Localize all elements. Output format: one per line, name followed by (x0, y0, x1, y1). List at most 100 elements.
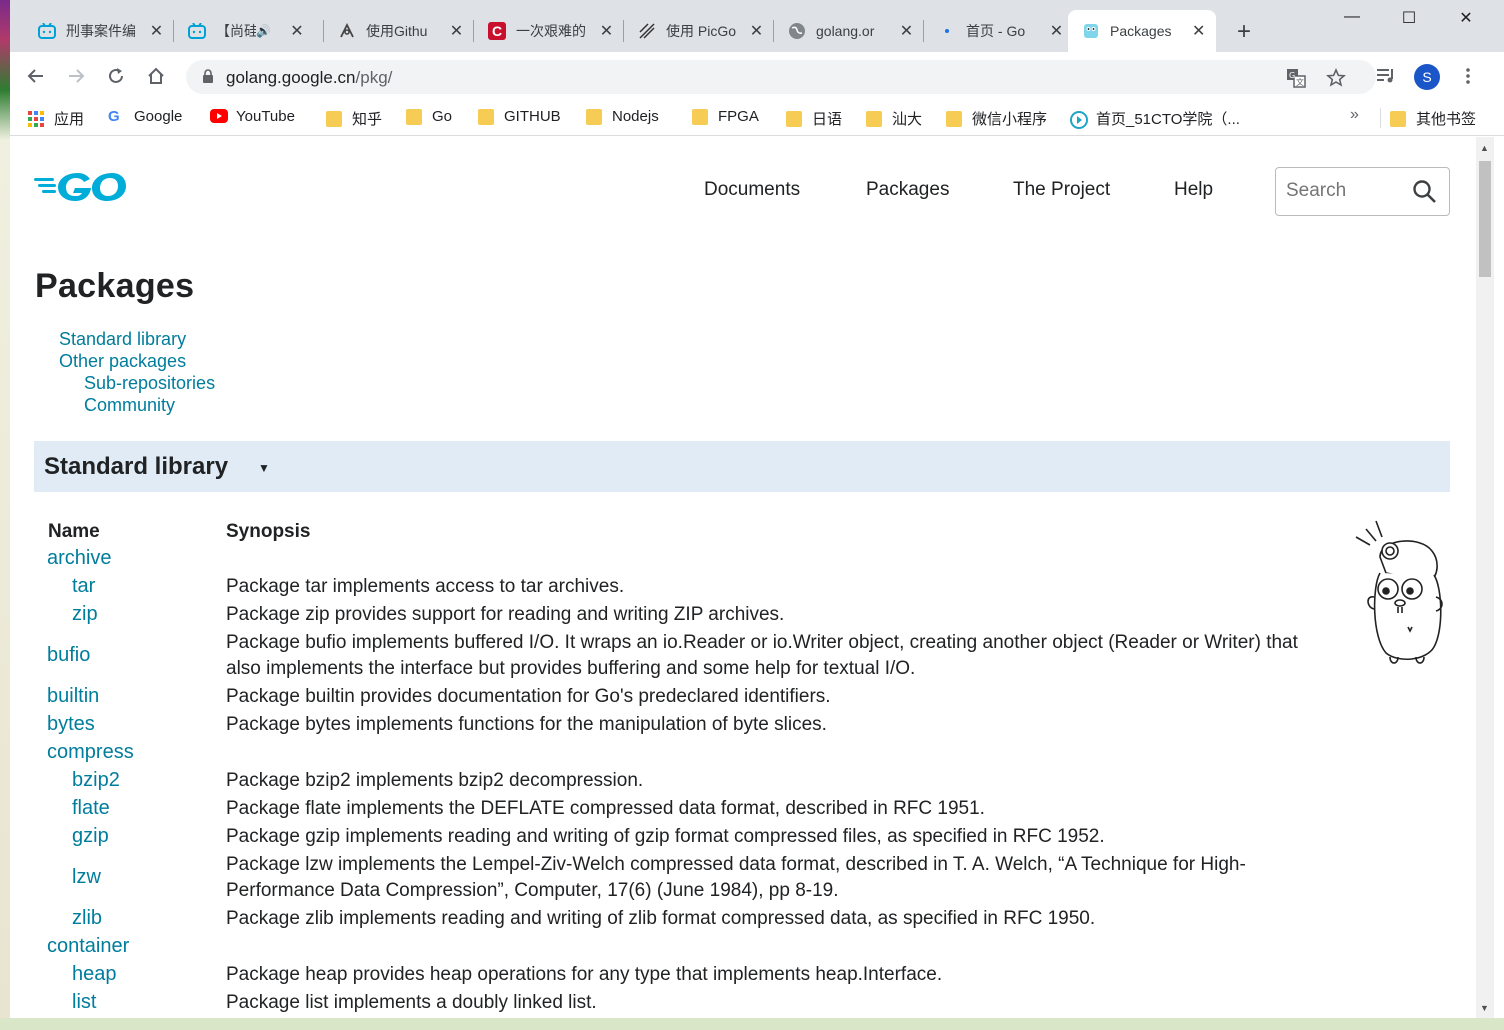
nav-packages[interactable]: Packages (866, 179, 949, 201)
star-icon[interactable] (1324, 66, 1348, 90)
reload-button[interactable] (102, 62, 130, 90)
youtube-icon (210, 108, 228, 125)
close-icon[interactable]: ✕ (149, 21, 164, 41)
bookmark-folder-zhihu[interactable]: 知乎 (326, 108, 382, 129)
bookmarks-overflow-button[interactable]: » (1350, 106, 1359, 124)
bookmark-apps[interactable]: 应用 (28, 108, 84, 129)
maximize-button[interactable]: ☐ (1394, 8, 1424, 28)
bookmark-folder-nodejs[interactable]: Nodejs (586, 108, 659, 125)
csdn-icon: C (488, 22, 506, 40)
close-icon[interactable]: ✕ (1049, 21, 1064, 41)
scrollbar-thumb[interactable] (1479, 161, 1491, 277)
bookmark-folder-wechat[interactable]: 微信小程序 (946, 108, 1047, 129)
tab-packages-active[interactable]: Packages ✕ (1068, 10, 1216, 52)
bookmark-other[interactable]: 其他书签 (1390, 108, 1476, 129)
bookmarks-bar: 应用 G Google YouTube 知乎 Go GITHUB Nodejs … (10, 100, 1504, 136)
svg-text:文: 文 (1296, 77, 1304, 87)
lock-icon (203, 69, 213, 83)
package-link-bufio[interactable]: bufio (47, 644, 90, 667)
folder-icon (478, 108, 494, 125)
bookmark-google[interactable]: G Google (108, 108, 182, 125)
toc-sub-repositories[interactable]: Sub-repositories (84, 373, 215, 394)
page-viewport: Documents Packages The Project Help Pack… (10, 137, 1476, 1018)
search-box (1275, 167, 1450, 216)
package-link-bzip2[interactable]: bzip2 (72, 769, 120, 792)
tab-6[interactable]: golang.or ✕ (774, 10, 924, 52)
nav-help[interactable]: Help (1174, 179, 1213, 201)
tab-title: Packages (1110, 23, 1172, 39)
gopher-icon (1082, 22, 1100, 40)
package-link-tar[interactable]: tar (72, 575, 95, 598)
search-input[interactable] (1286, 180, 1406, 202)
package-synopsis: Package bytes implements functions for t… (226, 714, 827, 735)
package-link-archive[interactable]: archive (47, 547, 111, 570)
package-link-compress[interactable]: compress (47, 741, 134, 764)
package-link-gzip[interactable]: gzip (72, 825, 109, 848)
new-tab-button[interactable]: + (1232, 18, 1256, 46)
tab-title: 首页 - Go (966, 23, 1026, 39)
bookmark-folder-stu[interactable]: 汕大 (866, 108, 922, 129)
close-icon[interactable]: ✕ (449, 21, 464, 41)
media-control-button[interactable] (1372, 62, 1400, 90)
toc-standard-library[interactable]: Standard library (59, 329, 186, 350)
package-link-heap[interactable]: heap (72, 963, 117, 986)
search-icon[interactable] (1412, 179, 1438, 205)
close-icon[interactable]: ✕ (1191, 21, 1206, 41)
taskbar-edge (0, 1018, 1504, 1030)
close-icon[interactable]: ✕ (899, 21, 914, 41)
tab-3[interactable]: 使用Githu ✕ (324, 10, 474, 52)
nav-the-project[interactable]: The Project (1013, 179, 1110, 201)
window-close-button[interactable]: ✕ (1451, 8, 1481, 28)
bookmark-label: 知乎 (352, 111, 383, 128)
tab-4[interactable]: C 一次艰难的 ✕ (474, 10, 624, 52)
package-link-list[interactable]: list (72, 991, 96, 1014)
package-link-lzw[interactable]: lzw (72, 866, 101, 889)
standard-library-header[interactable]: Standard library ▼ (34, 441, 1450, 492)
bookmark-folder-go[interactable]: Go (406, 108, 452, 125)
url-text[interactable]: golang.google.cn/pkg/ (226, 68, 392, 88)
github-icon (338, 22, 356, 40)
package-link-flate[interactable]: flate (72, 797, 110, 820)
desktop-edge (0, 0, 10, 1030)
bookmark-youtube[interactable]: YouTube (210, 108, 295, 125)
bookmark-51cto[interactable]: 首页_51CTO学院（... (1070, 108, 1240, 129)
tab-title: 【尚硅 (216, 23, 256, 39)
bookmark-folder-japanese[interactable]: 日语 (786, 108, 842, 129)
package-synopsis: Package bufio implements buffered I/O. I… (226, 632, 1298, 679)
folder-icon (786, 110, 802, 127)
minimize-button[interactable]: — (1337, 8, 1367, 26)
tab-1[interactable]: 刑事案件编 ✕ (24, 10, 174, 52)
bookmark-label: Go (432, 108, 453, 125)
speaker-icon[interactable]: 🔊 (256, 24, 271, 38)
bookmark-folder-github[interactable]: GITHUB (478, 108, 561, 125)
forward-button[interactable] (62, 62, 90, 90)
package-link-container[interactable]: container (47, 935, 129, 958)
back-button[interactable] (22, 62, 50, 90)
package-link-bytes[interactable]: bytes (47, 713, 95, 736)
tab-2[interactable]: 【尚硅 🔊 ✕ (174, 10, 324, 52)
package-link-zip[interactable]: zip (72, 603, 98, 626)
scroll-up-arrow-icon[interactable]: ▲ (1480, 143, 1489, 153)
profile-avatar[interactable]: S (1414, 64, 1440, 90)
close-icon[interactable]: ✕ (749, 21, 764, 41)
bookmark-folder-fpga[interactable]: FPGA (692, 108, 759, 125)
address-bar[interactable]: golang.google.cn/pkg/ G文 (186, 60, 1376, 94)
bookmark-label: 首页_51CTO学院（... (1096, 111, 1240, 128)
go-logo[interactable] (34, 165, 138, 210)
bookmark-label: 应用 (54, 111, 85, 128)
nav-documents[interactable]: Documents (704, 179, 800, 201)
home-button[interactable] (142, 62, 170, 90)
tab-5[interactable]: 使用 PicGo ✕ (624, 10, 774, 52)
tab-7[interactable]: 首页 - Go ✕ (924, 10, 1074, 52)
package-link-zlib[interactable]: zlib (72, 907, 102, 930)
toc-other-packages[interactable]: Other packages (59, 351, 186, 372)
translate-icon[interactable]: G文 (1284, 66, 1308, 90)
close-icon[interactable]: ✕ (599, 21, 614, 41)
package-link-builtin[interactable]: builtin (47, 685, 99, 708)
tab-strip: 刑事案件编 ✕ 【尚硅 🔊 ✕ 使用Githu ✕ C 一次艰难的 ✕ 使用 P… (10, 0, 1504, 52)
menu-button[interactable] (1454, 62, 1482, 90)
toc-community[interactable]: Community (84, 395, 175, 416)
close-icon[interactable]: ✕ (289, 21, 305, 41)
page-scrollbar[interactable]: ▲ ▼ (1476, 137, 1494, 1018)
scroll-down-arrow-icon[interactable]: ▼ (1480, 1003, 1489, 1013)
